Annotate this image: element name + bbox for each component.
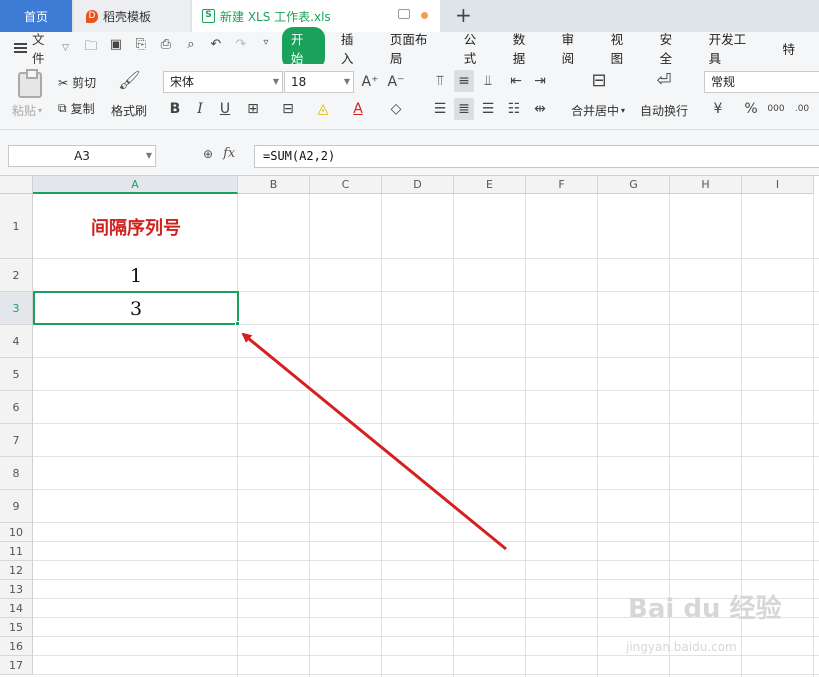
indent-increase-icon[interactable]: ⇥ <box>530 70 550 92</box>
file-menu[interactable]: 文件 ▽ <box>14 29 69 67</box>
watermark-logo: Bai du 经验 <box>628 594 782 624</box>
copy-button[interactable]: ⧉ 复制 <box>58 100 95 117</box>
merge-center-icon[interactable]: ⊟ <box>587 70 611 92</box>
align-left-icon[interactable]: ☰ <box>430 98 450 120</box>
customize-dropdown-icon[interactable]: ▿ <box>258 37 274 59</box>
tab-template-label: 稻壳模板 <box>103 9 152 24</box>
save-icon[interactable]: ▣ <box>108 37 124 59</box>
export-icon[interactable]: ⎘ <box>133 37 149 59</box>
wrap-text-button[interactable]: 自动换行 <box>640 102 688 119</box>
tab-template[interactable]: D 稻壳模板 <box>74 0 190 32</box>
chevron-down-icon: ▼ <box>145 151 152 160</box>
format-painter-button[interactable]: 格式刷 <box>111 102 147 119</box>
wrap-text-label: 自动换行 <box>640 104 689 118</box>
number-format-value: 常规 <box>711 75 736 89</box>
formula-input[interactable]: =SUM(A2,2) <box>254 145 819 168</box>
menu-tab-security[interactable]: 安全 <box>660 29 685 67</box>
decrease-font-icon[interactable]: A⁻ <box>386 71 406 93</box>
menu-tab-insert[interactable]: 插入 <box>341 29 366 67</box>
menu-tab-page-layout[interactable]: 页面布局 <box>390 29 440 67</box>
borders-icon[interactable]: ⊞ <box>243 98 263 120</box>
align-center-icon[interactable]: ≣ <box>454 98 474 120</box>
file-menu-label: 文件 <box>31 32 45 66</box>
redo-icon[interactable]: ↷ <box>233 37 249 59</box>
menu-tab-formulas[interactable]: 公式 <box>464 29 489 67</box>
increase-font-icon[interactable]: A⁺ <box>360 71 380 93</box>
menu-tab-home[interactable]: 开始 <box>281 27 325 69</box>
menu-bar: 文件 ▽ 🗀 ▣ ⎘ ⎙ ⌕ ↶ ↷ ▿ 开始 插入 页面布局 公式 数据 审阅… <box>0 27 819 69</box>
name-box-value: A3 <box>74 149 90 163</box>
quick-access-toolbar: 🗀 ▣ ⎘ ⎙ ⌕ ↶ ↷ ▿ <box>83 37 274 59</box>
window-mode-icon[interactable] <box>398 9 410 19</box>
font-size-select[interactable]: 18 ▼ <box>284 71 354 93</box>
copy-label: 复制 <box>70 102 95 116</box>
new-tab-button[interactable]: + <box>455 4 472 26</box>
format-painter-icon[interactable]: 🖌 <box>118 70 141 91</box>
watermark-url: jingyan.baidu.com <box>626 640 737 654</box>
align-right-icon[interactable]: ☰ <box>478 98 498 120</box>
currency-icon[interactable]: ¥ <box>708 98 728 120</box>
ribbon-tabs: 开始 插入 页面布局 公式 数据 审阅 视图 安全 开发工具 特 <box>281 27 819 69</box>
copy-icon: ⧉ <box>58 101 67 115</box>
italic-icon[interactable]: I <box>190 98 210 120</box>
align-middle-icon[interactable]: ≡ <box>454 70 474 92</box>
menu-tab-review[interactable]: 审阅 <box>562 29 587 67</box>
wrap-text-icon[interactable]: ⏎ <box>652 70 676 92</box>
number-format-select[interactable]: 常规 <box>704 71 819 93</box>
cut-label: 剪切 <box>72 76 97 90</box>
decimal-icon[interactable]: .00 <box>792 98 812 120</box>
chevron-down-icon: ▼ <box>343 77 350 86</box>
cut-button[interactable]: ✂ 剪切 <box>58 74 96 91</box>
hamburger-icon <box>14 43 27 53</box>
tab-document-label: 新建 XLS 工作表.xls <box>220 9 331 24</box>
print-icon[interactable]: ⎙ <box>158 37 174 59</box>
fx-icon[interactable]: fx <box>223 146 235 161</box>
print-preview-icon[interactable]: ⌕ <box>183 37 199 59</box>
chevron-down-icon: ▽ <box>61 43 69 53</box>
paste-icon[interactable] <box>18 69 42 98</box>
fill-color-icon[interactable]: ◬ <box>313 98 333 120</box>
distributed-icon[interactable]: ⇹ <box>530 98 550 120</box>
zoom-icon[interactable]: ⊕ <box>203 147 213 161</box>
ribbon-home: 粘贴 ▾ ✂ 剪切 ⧉ 复制 🖌 格式刷 宋体 ▼ 18 ▼ A⁺ A⁻ B I U ⊞ … <box>0 64 819 130</box>
font-name-select[interactable]: 宋体 ▼ <box>163 71 283 93</box>
paste-button[interactable]: 粘贴 ▾ <box>12 102 42 119</box>
tab-home[interactable]: 首页 <box>0 0 72 32</box>
align-top-icon[interactable]: ⫪ <box>430 70 450 92</box>
bold-icon[interactable]: B <box>165 98 185 120</box>
formula-tools: ⊕ fx <box>203 146 235 161</box>
clear-icon[interactable]: ◇ <box>386 98 406 120</box>
thousands-icon[interactable]: 000 <box>766 98 786 120</box>
align-bottom-icon[interactable]: ⫫ <box>478 70 498 92</box>
font-size-value: 18 <box>291 75 307 89</box>
scissors-icon: ✂ <box>58 75 69 90</box>
menu-tab-developer[interactable]: 开发工具 <box>709 29 759 67</box>
open-folder-icon[interactable]: 🗀 <box>83 37 99 59</box>
percent-icon[interactable]: % <box>741 98 761 120</box>
undo-icon[interactable]: ↶ <box>208 37 224 59</box>
font-name-value: 宋体 <box>170 75 195 89</box>
chevron-down-icon: ▼ <box>272 77 279 86</box>
merge-center-button[interactable]: 合并居中 ▾ <box>571 102 625 119</box>
menu-tab-data[interactable]: 数据 <box>513 29 538 67</box>
unsaved-dot-icon <box>421 12 428 19</box>
spreadsheet-icon: S <box>202 9 215 23</box>
menu-tab-more[interactable]: 特 <box>783 39 796 58</box>
formula-bar: A3 ▼ ⊕ fx =SUM(A2,2) <box>0 130 819 176</box>
cell-style-icon[interactable]: ⊟ <box>278 98 298 120</box>
docer-icon: D <box>86 9 98 23</box>
font-color-icon[interactable]: A <box>348 98 368 120</box>
menu-tab-view[interactable]: 视图 <box>611 29 636 67</box>
tab-home-label: 首页 <box>23 9 48 24</box>
spreadsheet-grid[interactable]: ABCDEFGHI 1 2 3 4 5 6 7 8 9 10 11 12 13 14 15 16 17 间隔序列… <box>0 176 819 677</box>
name-box[interactable]: A3 ▼ <box>8 145 156 167</box>
format-painter-label: 格式刷 <box>111 104 148 118</box>
indent-decrease-icon[interactable]: ⇤ <box>506 70 526 92</box>
justify-icon[interactable]: ☷ <box>504 98 524 120</box>
paste-label: 粘贴 <box>12 104 37 118</box>
underline-icon[interactable]: U <box>215 98 235 120</box>
merge-center-label: 合并居中 <box>571 104 620 118</box>
